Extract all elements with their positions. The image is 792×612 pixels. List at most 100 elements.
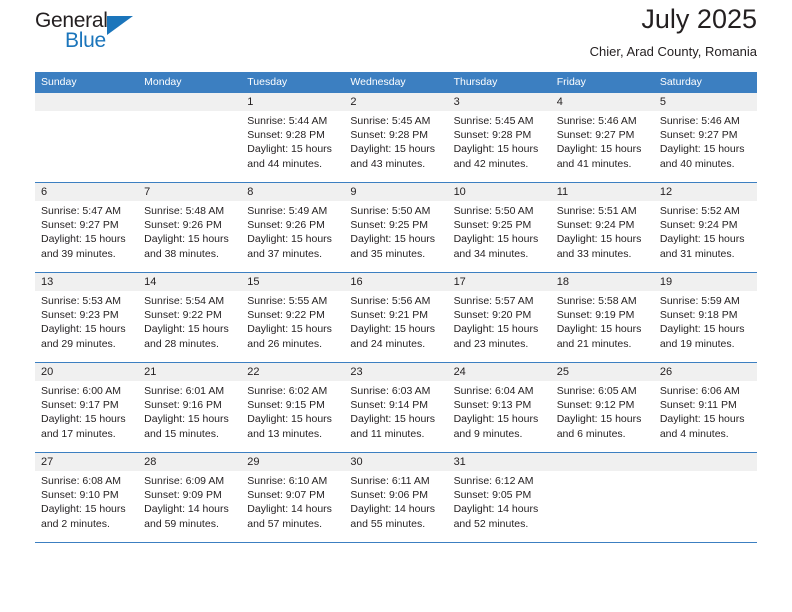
calendar-day-cell[interactable]: 13 Sunrise: 5:53 AM Sunset: 9:23 PM Dayligh…: [35, 272, 139, 363]
weekday-header-sunday: Sunday: [35, 72, 139, 93]
weekday-header-friday: Friday: [550, 72, 654, 93]
calendar-week-row: 20 Sunrise: 6:00 AM Sunset: 9:17 PM Dayligh…: [35, 362, 757, 453]
daylight-text-line1: Daylight: 15 hours: [453, 413, 539, 426]
calendar-day-cell[interactable]: 26 Sunrise: 6:06 AM Sunset: 9:11 PM Dayligh…: [653, 362, 757, 453]
day-number: 15: [241, 273, 345, 291]
sunset-text: Sunset: 9:16 PM: [144, 399, 222, 412]
day-detail: Sunrise: 6:04 AM Sunset: 9:13 PM Daylight:…: [448, 381, 551, 441]
day-detail: Sunrise: 5:45 AM Sunset: 9:28 PM Daylight:…: [344, 111, 447, 171]
daylight-text-line2: and 55 minutes.: [350, 517, 426, 530]
calendar-day-cell[interactable]: 23 Sunrise: 6:03 AM Sunset: 9:14 PM Dayligh…: [344, 362, 448, 453]
sunset-text: Sunset: 9:22 PM: [247, 309, 325, 322]
sunrise-text: Sunrise: 5:48 AM: [144, 205, 225, 217]
sunset-text: Sunset: 9:26 PM: [144, 219, 222, 232]
sunset-text: Sunset: 9:20 PM: [453, 309, 532, 322]
calendar-table: Sunday Monday Tuesday Wednesday Thursday Frid…: [35, 72, 757, 543]
calendar-day-cell[interactable]: 28 Sunrise: 6:09 AM Sunset: 9:09 PM Dayligh…: [138, 452, 242, 543]
sunrise-text: Sunrise: 5:46 AM: [556, 115, 637, 127]
sunrise-text: Sunrise: 6:01 AM: [144, 385, 225, 397]
daylight-text-line1: Daylight: 15 hours: [659, 143, 745, 156]
sunrise-text: Sunrise: 5:58 AM: [556, 295, 637, 307]
daylight-text-line2: and 29 minutes.: [41, 337, 116, 350]
calendar-day-cell[interactable]: 27 Sunrise: 6:08 AM Sunset: 9:10 PM Dayligh…: [35, 452, 139, 543]
calendar-day-cell[interactable]: 12 Sunrise: 5:52 AM Sunset: 9:24 PM Dayligh…: [653, 182, 757, 273]
calendar-day-cell[interactable]: 2 Sunrise: 5:45 AM Sunset: 9:28 PM Daylight…: [344, 92, 448, 183]
day-number: 16: [344, 273, 448, 291]
calendar-day-cell[interactable]: 6 Sunrise: 5:47 AM Sunset: 9:27 PM Daylight…: [35, 182, 139, 273]
calendar-day-cell[interactable]: 19 Sunrise: 5:59 AM Sunset: 9:18 PM Dayligh…: [653, 272, 757, 363]
daylight-text-line2: and 52 minutes.: [453, 517, 529, 530]
day-detail: Sunrise: 5:56 AM Sunset: 9:21 PM Daylight:…: [344, 291, 447, 351]
weekday-header-tuesday: Tuesday: [241, 72, 345, 93]
calendar-day-cell[interactable]: 29 Sunrise: 6:10 AM Sunset: 9:07 PM Dayligh…: [241, 452, 345, 543]
calendar-day-cell[interactable]: 16 Sunrise: 5:56 AM Sunset: 9:21 PM Dayligh…: [344, 272, 448, 363]
day-detail: Sunrise: 5:44 AM Sunset: 9:28 PM Daylight:…: [241, 111, 344, 171]
calendar-day-cell[interactable]: 14 Sunrise: 5:54 AM Sunset: 9:22 PM Dayligh…: [138, 272, 242, 363]
calendar-day-cell[interactable]: 15 Sunrise: 5:55 AM Sunset: 9:22 PM Dayligh…: [241, 272, 345, 363]
calendar-day-cell[interactable]: 11 Sunrise: 5:51 AM Sunset: 9:24 PM Dayligh…: [550, 182, 654, 273]
calendar-day-cell[interactable]: 22 Sunrise: 6:02 AM Sunset: 9:15 PM Dayligh…: [241, 362, 345, 453]
calendar-day-cell[interactable]: 7 Sunrise: 5:48 AM Sunset: 9:26 PM Daylight…: [138, 182, 242, 273]
daylight-text-line2: and 9 minutes.: [453, 427, 523, 440]
calendar-day-cell[interactable]: 30 Sunrise: 6:11 AM Sunset: 9:06 PM Dayligh…: [344, 452, 448, 543]
calendar-body: 1 Sunrise: 5:44 AM Sunset: 9:28 PM Daylight…: [35, 92, 757, 543]
calendar-day-cell[interactable]: 17 Sunrise: 5:57 AM Sunset: 9:20 PM Dayligh…: [447, 272, 551, 363]
calendar-day-cell[interactable]: 20 Sunrise: 6:00 AM Sunset: 9:17 PM Dayligh…: [35, 362, 139, 453]
daylight-text-line2: and 19 minutes.: [659, 337, 735, 350]
day-number: 2: [344, 93, 448, 111]
daylight-text-line2: and 21 minutes.: [556, 337, 632, 350]
daylight-text-line1: Daylight: 15 hours: [247, 323, 332, 336]
day-detail: Sunrise: 6:12 AM Sunset: 9:05 PM Daylight:…: [448, 471, 551, 531]
weekday-header-saturday: Saturday: [653, 72, 757, 93]
sunset-text: Sunset: 9:05 PM: [453, 489, 532, 502]
sunrise-text: Sunrise: 5:50 AM: [453, 205, 534, 217]
day-number: 21: [138, 363, 242, 381]
day-number: 27: [35, 453, 139, 471]
calendar-day-cell[interactable]: 31 Sunrise: 6:12 AM Sunset: 9:05 PM Dayligh…: [447, 452, 551, 543]
sunrise-text: Sunrise: 5:46 AM: [659, 115, 740, 127]
calendar-day-cell[interactable]: 10 Sunrise: 5:50 AM Sunset: 9:25 PM Dayligh…: [447, 182, 551, 273]
calendar-day-cell[interactable]: 9 Sunrise: 5:50 AM Sunset: 9:25 PM Daylight…: [344, 182, 448, 273]
daylight-text-line2: and 4 minutes.: [659, 427, 729, 440]
sunrise-text: Sunrise: 6:06 AM: [659, 385, 740, 397]
daylight-text-line2: and 39 minutes.: [41, 247, 116, 260]
calendar-day-cell[interactable]: 25 Sunrise: 6:05 AM Sunset: 9:12 PM Dayligh…: [550, 362, 654, 453]
daylight-text-line2: and 31 minutes.: [659, 247, 735, 260]
calendar-day-cell[interactable]: 21 Sunrise: 6:01 AM Sunset: 9:16 PM Dayligh…: [138, 362, 242, 453]
day-number: 9: [344, 183, 448, 201]
calendar-day-cell[interactable]: 18 Sunrise: 5:58 AM Sunset: 9:19 PM Dayligh…: [550, 272, 654, 363]
calendar-day-cell[interactable]: 4 Sunrise: 5:46 AM Sunset: 9:27 PM Daylight…: [550, 92, 654, 183]
daylight-text-line1: Daylight: 15 hours: [350, 233, 436, 246]
daylight-text-line2: and 43 minutes.: [350, 157, 426, 170]
day-number: 11: [550, 183, 654, 201]
daylight-text-line1: Daylight: 15 hours: [247, 233, 332, 246]
general-blue-logo[interactable]: General Blue: [35, 9, 155, 59]
calendar-day-cell[interactable]: 24 Sunrise: 6:04 AM Sunset: 9:13 PM Dayligh…: [447, 362, 551, 453]
sunrise-text: Sunrise: 5:54 AM: [144, 295, 225, 307]
calendar-day-cell[interactable]: 8 Sunrise: 5:49 AM Sunset: 9:26 PM Daylight…: [241, 182, 345, 273]
sunset-text: Sunset: 9:10 PM: [41, 489, 119, 502]
page-title: July 2025: [641, 4, 757, 34]
sunset-text: Sunset: 9:28 PM: [350, 129, 429, 142]
day-detail: Sunrise: 5:49 AM Sunset: 9:26 PM Daylight:…: [241, 201, 344, 261]
day-number: 22: [241, 363, 345, 381]
daylight-text-line2: and 35 minutes.: [350, 247, 426, 260]
day-number: 1: [241, 93, 345, 111]
calendar-week-row: 6 Sunrise: 5:47 AM Sunset: 9:27 PM Daylight…: [35, 182, 757, 273]
daylight-text-line2: and 34 minutes.: [453, 247, 529, 260]
daylight-text-line1: Daylight: 14 hours: [144, 503, 229, 516]
calendar-day-cell[interactable]: 1 Sunrise: 5:44 AM Sunset: 9:28 PM Daylight…: [241, 92, 345, 183]
daylight-text-line2: and 41 minutes.: [556, 157, 632, 170]
day-detail: Sunrise: 5:48 AM Sunset: 9:26 PM Daylight:…: [138, 201, 241, 261]
sunset-text: Sunset: 9:25 PM: [453, 219, 532, 232]
calendar-day-cell[interactable]: 3 Sunrise: 5:45 AM Sunset: 9:28 PM Daylight…: [447, 92, 551, 183]
sunset-text: Sunset: 9:06 PM: [350, 489, 429, 502]
calendar-day-cell[interactable]: 5 Sunrise: 5:46 AM Sunset: 9:27 PM Daylight…: [653, 92, 757, 183]
day-detail: Sunrise: 6:01 AM Sunset: 9:16 PM Daylight:…: [138, 381, 241, 441]
sunset-text: Sunset: 9:23 PM: [41, 309, 119, 322]
daylight-text-line2: and 37 minutes.: [247, 247, 322, 260]
day-number: 25: [550, 363, 654, 381]
day-detail: Sunrise: 5:53 AM Sunset: 9:23 PM Daylight:…: [35, 291, 138, 351]
day-detail: [35, 111, 138, 114]
daylight-text-line2: and 2 minutes.: [41, 517, 110, 530]
